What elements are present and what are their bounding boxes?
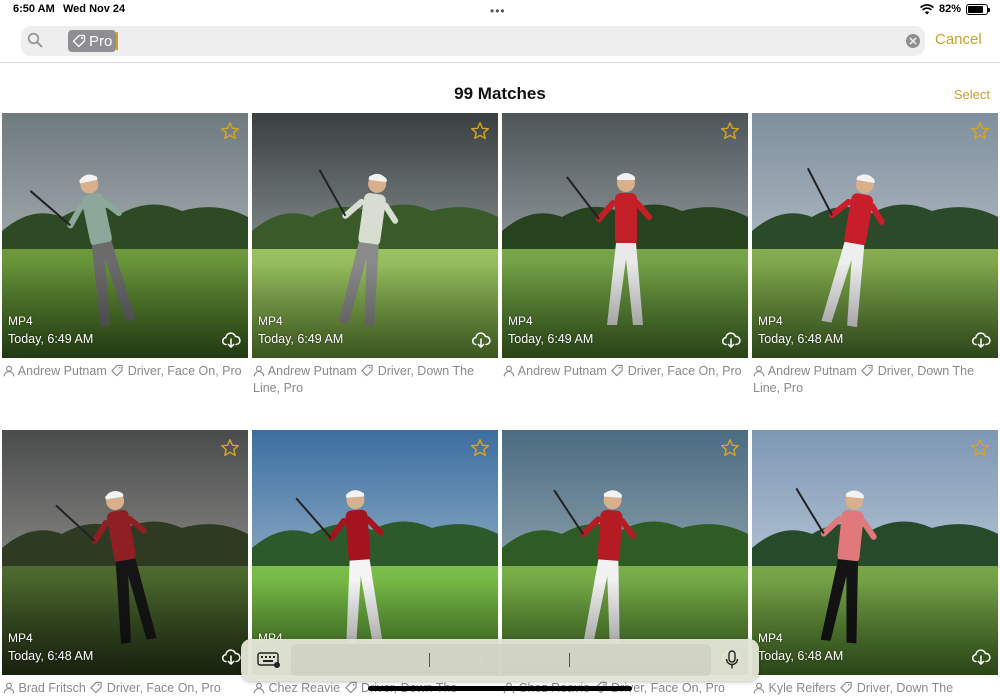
person-icon [253,365,265,377]
favorite-star-icon[interactable] [470,438,490,458]
video-thumbnail[interactable]: MP4 Today, 6:48 AM [752,430,998,675]
video-thumbnail[interactable]: MP4 Today, 6:48 AM [2,430,248,675]
video-tags: Driver, Face On, Pro [627,364,742,378]
battery-percent: 82% [938,3,961,15]
home-indicator[interactable] [368,686,632,691]
video-format: MP4 [258,314,283,328]
video-format: MP4 [758,631,783,645]
person-icon [753,682,765,694]
video-frame [252,113,498,358]
search-token-label: Pro [89,32,113,50]
video-thumbnail[interactable]: MP4 Today, 6:49 AM [502,113,748,358]
status-date: Wed Nov 24 [63,3,126,15]
video-caption: Andrew Putnam Driver, Down The Line, Pro [753,363,999,397]
video-tags: Driver, Down The [377,364,475,378]
video-frame [752,430,998,675]
video-caption: Andrew Putnam Driver, Down The Line, Pro [253,363,499,397]
video-tags: Driver, Down The [877,364,975,378]
video-caption: Andrew Putnam Driver, Face On, Pro [503,363,749,380]
suggestion-divider [429,653,430,667]
person-icon [503,365,515,377]
search-icon [27,32,43,48]
favorite-star-icon[interactable] [970,121,990,141]
video-owner: Kyle Reifers [768,681,836,695]
video-caption: Andrew Putnam Driver, Face On, Pro [3,363,249,380]
video-caption: Brad Fritsch Driver, Face On, Pro [3,680,249,697]
wifi-icon [920,3,934,14]
video-timestamp: Today, 6:48 AM [758,332,844,346]
microphone-icon[interactable] [725,650,739,670]
video-timestamp: Today, 6:48 AM [758,649,844,663]
cloud-download-icon[interactable] [221,648,241,666]
search-field[interactable]: Pro [21,26,925,56]
video-timestamp: Today, 6:49 AM [258,332,344,346]
cloud-download-icon[interactable] [471,331,491,349]
video-format: MP4 [8,631,33,645]
video-owner: Andrew Putnam [517,364,607,378]
multitasking-dots[interactable]: ••• [490,4,506,18]
favorite-star-icon[interactable] [220,438,240,458]
video-owner: Andrew Putnam [17,364,107,378]
tag-icon [72,34,86,48]
video-timestamp: Today, 6:49 AM [508,332,594,346]
video-tags-continued: Line, Pro [253,381,304,395]
suggestion-strip[interactable] [291,644,711,676]
cloud-download-icon[interactable] [721,331,741,349]
favorite-star-icon[interactable] [470,121,490,141]
person-icon [3,365,15,377]
video-frame [2,113,248,358]
video-tags: Driver, Face On, Pro [127,364,242,378]
keyboard-icon[interactable] [257,652,281,668]
video-tags: Driver, Face On, Pro [106,681,221,695]
video-frame [502,113,748,358]
search-token[interactable]: Pro [68,30,117,52]
video-format: MP4 [8,314,33,328]
person-icon [253,682,265,694]
video-frame [2,430,248,675]
tag-icon [840,681,853,694]
tag-icon [611,364,623,377]
video-thumbnail[interactable]: MP4 Today, 6:49 AM [252,113,498,358]
video-frame [752,113,998,358]
favorite-star-icon[interactable] [720,121,740,141]
cancel-button[interactable]: Cancel [935,31,982,48]
text-cursor [116,32,118,50]
divider [0,62,1000,63]
cloud-download-icon[interactable] [221,331,241,349]
video-tags: Driver, Down The [856,681,954,695]
video-owner: Brad Fritsch [18,681,86,695]
video-format: MP4 [758,314,783,328]
favorite-star-icon[interactable] [720,438,740,458]
tag-icon [861,364,873,377]
battery-icon [966,3,990,15]
tag-icon [111,364,123,377]
tag-icon [344,681,357,694]
status-bar: 6:50 AM Wed Nov 24 ••• 82% [0,0,1000,20]
favorite-star-icon[interactable] [220,121,240,141]
status-time: 6:50 AM [13,3,55,15]
clear-search-icon[interactable] [905,33,921,49]
keyboard-shortcut-bar [241,639,759,681]
video-tags-continued: Line, Pro [753,381,804,395]
video-owner: Andrew Putnam [767,364,857,378]
video-format: MP4 [508,314,533,328]
video-thumbnail[interactable]: MP4 Today, 6:49 AM [2,113,248,358]
favorite-star-icon[interactable] [970,438,990,458]
cloud-download-icon[interactable] [971,331,991,349]
select-button[interactable]: Select [954,87,990,102]
video-owner: Chez Reavie [268,681,341,695]
tag-icon [361,364,373,377]
video-timestamp: Today, 6:48 AM [8,649,94,663]
cloud-download-icon[interactable] [971,648,991,666]
match-count: 99 Matches [454,84,546,103]
video-timestamp: Today, 6:49 AM [8,332,94,346]
person-icon [3,682,15,694]
video-thumbnail[interactable]: MP4 Today, 6:48 AM [752,113,998,358]
video-caption: Kyle Reifers Driver, Down The [753,680,999,697]
person-icon [753,365,765,377]
tag-icon [90,681,103,694]
suggestion-divider [569,653,570,667]
video-owner: Andrew Putnam [267,364,357,378]
